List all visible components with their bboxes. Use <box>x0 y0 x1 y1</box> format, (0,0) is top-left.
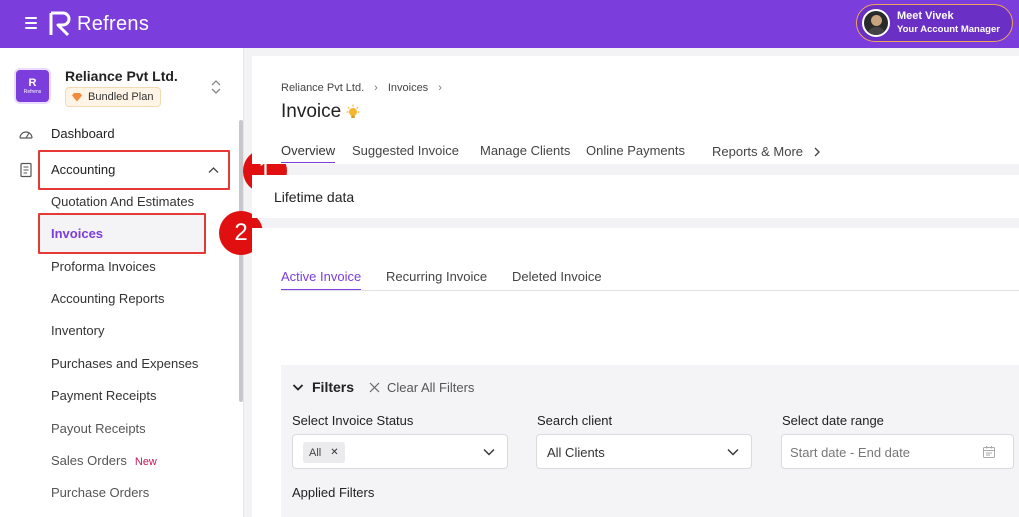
tab-manage-clients[interactable]: Manage Clients <box>480 143 570 158</box>
sidebar-item-payout-receipts[interactable]: Payout Receipts <box>51 421 146 436</box>
lightbulb-icon[interactable] <box>344 103 362 121</box>
page-title-text: Invoice <box>281 101 342 122</box>
clear-all-filters-label: Clear All Filters <box>387 380 475 395</box>
chevron-right-icon <box>814 147 820 157</box>
filters-toggle[interactable]: Filters <box>292 379 354 395</box>
lifetime-data-label: Lifetime data <box>274 189 355 205</box>
tab-reports-more[interactable]: Reports & More <box>712 144 821 159</box>
filters-panel: Filters Clear All Filters Select Invoice… <box>281 365 1019 517</box>
org-logo: R Refrens <box>14 68 51 104</box>
breadcrumb-invoices[interactable]: Invoices <box>388 82 428 94</box>
top-bar: Refrens Meet Vivek Your Account Manager <box>0 0 1019 48</box>
sidebar-scrollbar[interactable] <box>239 120 243 402</box>
sidebar-item-purchase-orders[interactable]: Purchase Orders <box>51 485 149 500</box>
breadcrumb-separator-icon: › <box>438 82 442 94</box>
sidebar-item-accounting[interactable]: Accounting <box>0 156 240 184</box>
org-name: Reliance Pvt Ltd. <box>65 68 178 84</box>
sidebar-item-payment-receipts[interactable]: Payment Receipts <box>51 388 157 403</box>
tab-suggested-invoice[interactable]: Suggested Invoice <box>352 143 459 158</box>
client-select[interactable]: All Clients <box>536 434 752 469</box>
search-client-label: Search client <box>537 413 613 428</box>
filters-title: Filters <box>312 379 355 395</box>
tab-active-invoice[interactable]: Active Invoice <box>281 269 362 290</box>
org-switcher[interactable]: R Refrens Reliance Pvt Ltd. Bundled Plan <box>14 68 234 108</box>
app-name: Refrens <box>77 12 150 35</box>
main-content: Reliance Pvt Ltd. › Invoices › Invoice O… <box>252 56 1019 517</box>
tab-overview[interactable]: Overview <box>281 143 336 163</box>
dashboard-icon <box>19 131 33 139</box>
plan-label: Bundled Plan <box>88 91 154 103</box>
diamond-icon <box>72 93 82 102</box>
chip-remove-icon[interactable]: ✕ <box>330 447 338 458</box>
applied-filters-label: Applied Filters <box>292 485 375 500</box>
new-badge: New <box>134 456 157 468</box>
page-title: Invoice <box>281 101 362 123</box>
account-manager-button[interactable]: Meet Vivek Your Account Manager <box>856 4 1013 42</box>
document-icon <box>20 162 32 178</box>
sidebar-item-accounting-reports[interactable]: Accounting Reports <box>51 291 164 306</box>
date-range-input[interactable]: Start date - End date <box>781 434 1014 469</box>
tab-recurring-invoice[interactable]: Recurring Invoice <box>386 269 487 289</box>
account-manager-name: Meet Vivek <box>897 10 954 23</box>
tab-online-payments[interactable]: Online Payments <box>586 143 685 158</box>
plan-badge[interactable]: Bundled Plan <box>65 87 162 107</box>
chevron-up-icon <box>208 167 219 173</box>
invoice-tabs: Active Invoice Recurring Invoice Deleted… <box>281 269 1019 291</box>
sidebar-item-dashboard[interactable]: Dashboard <box>0 120 240 148</box>
calendar-icon <box>983 446 995 458</box>
date-range-label: Select date range <box>782 413 884 428</box>
breadcrumb-org[interactable]: Reliance Pvt Ltd. <box>281 82 364 94</box>
sidebar-item-label: Accounting <box>51 162 116 177</box>
sidebar-item-label: Dashboard <box>51 126 115 141</box>
close-icon <box>369 382 380 393</box>
chevron-down-icon <box>727 449 739 456</box>
sidebar: R Refrens Reliance Pvt Ltd. Bundled Plan … <box>0 48 244 517</box>
chevron-down-icon <box>483 449 495 456</box>
status-chip-label: All <box>309 446 322 459</box>
sidebar-item-inventory[interactable]: Inventory <box>51 323 104 338</box>
sidebar-item-quotation[interactable]: Quotation And Estimates <box>51 194 194 209</box>
chevron-up-down-icon[interactable] <box>210 78 222 96</box>
sidebar-item-proforma-invoices[interactable]: Proforma Invoices <box>51 259 156 274</box>
sidebar-item-label: Sales Orders <box>51 453 127 468</box>
page-header: Reliance Pvt Ltd. › Invoices › Invoice O… <box>252 56 1019 164</box>
chevron-down-icon <box>292 384 304 391</box>
client-select-value: All Clients <box>547 445 605 460</box>
app-logo[interactable]: Refrens <box>49 10 149 38</box>
invoice-status-label: Select Invoice Status <box>292 413 414 428</box>
sidebar-item-invoices[interactable]: Invoices <box>51 226 103 241</box>
account-manager-role: Your Account Manager <box>897 23 1000 35</box>
breadcrumb-separator-icon: › <box>374 82 378 94</box>
sidebar-item-purchases-expenses[interactable]: Purchases and Expenses <box>51 356 198 371</box>
clear-all-filters-button[interactable]: Clear All Filters <box>369 380 474 395</box>
tab-deleted-invoice[interactable]: Deleted Invoice <box>512 269 602 289</box>
lifetime-data-card[interactable]: Lifetime data <box>252 175 1019 218</box>
status-chip: All ✕ <box>303 442 345 463</box>
avatar <box>862 9 890 37</box>
sidebar-item-sales-orders[interactable]: Sales Orders New <box>51 453 157 468</box>
invoice-status-select[interactable]: All ✕ <box>292 434 508 469</box>
invoice-panel: Active Invoice Recurring Invoice Deleted… <box>252 228 1019 517</box>
tab-reports-more-label: Reports & More <box>712 144 804 159</box>
menu-icon[interactable] <box>25 17 37 29</box>
breadcrumb: Reliance Pvt Ltd. › Invoices › <box>281 82 452 94</box>
refrens-logo-icon <box>49 11 71 37</box>
date-range-placeholder: Start date - End date <box>790 445 910 460</box>
